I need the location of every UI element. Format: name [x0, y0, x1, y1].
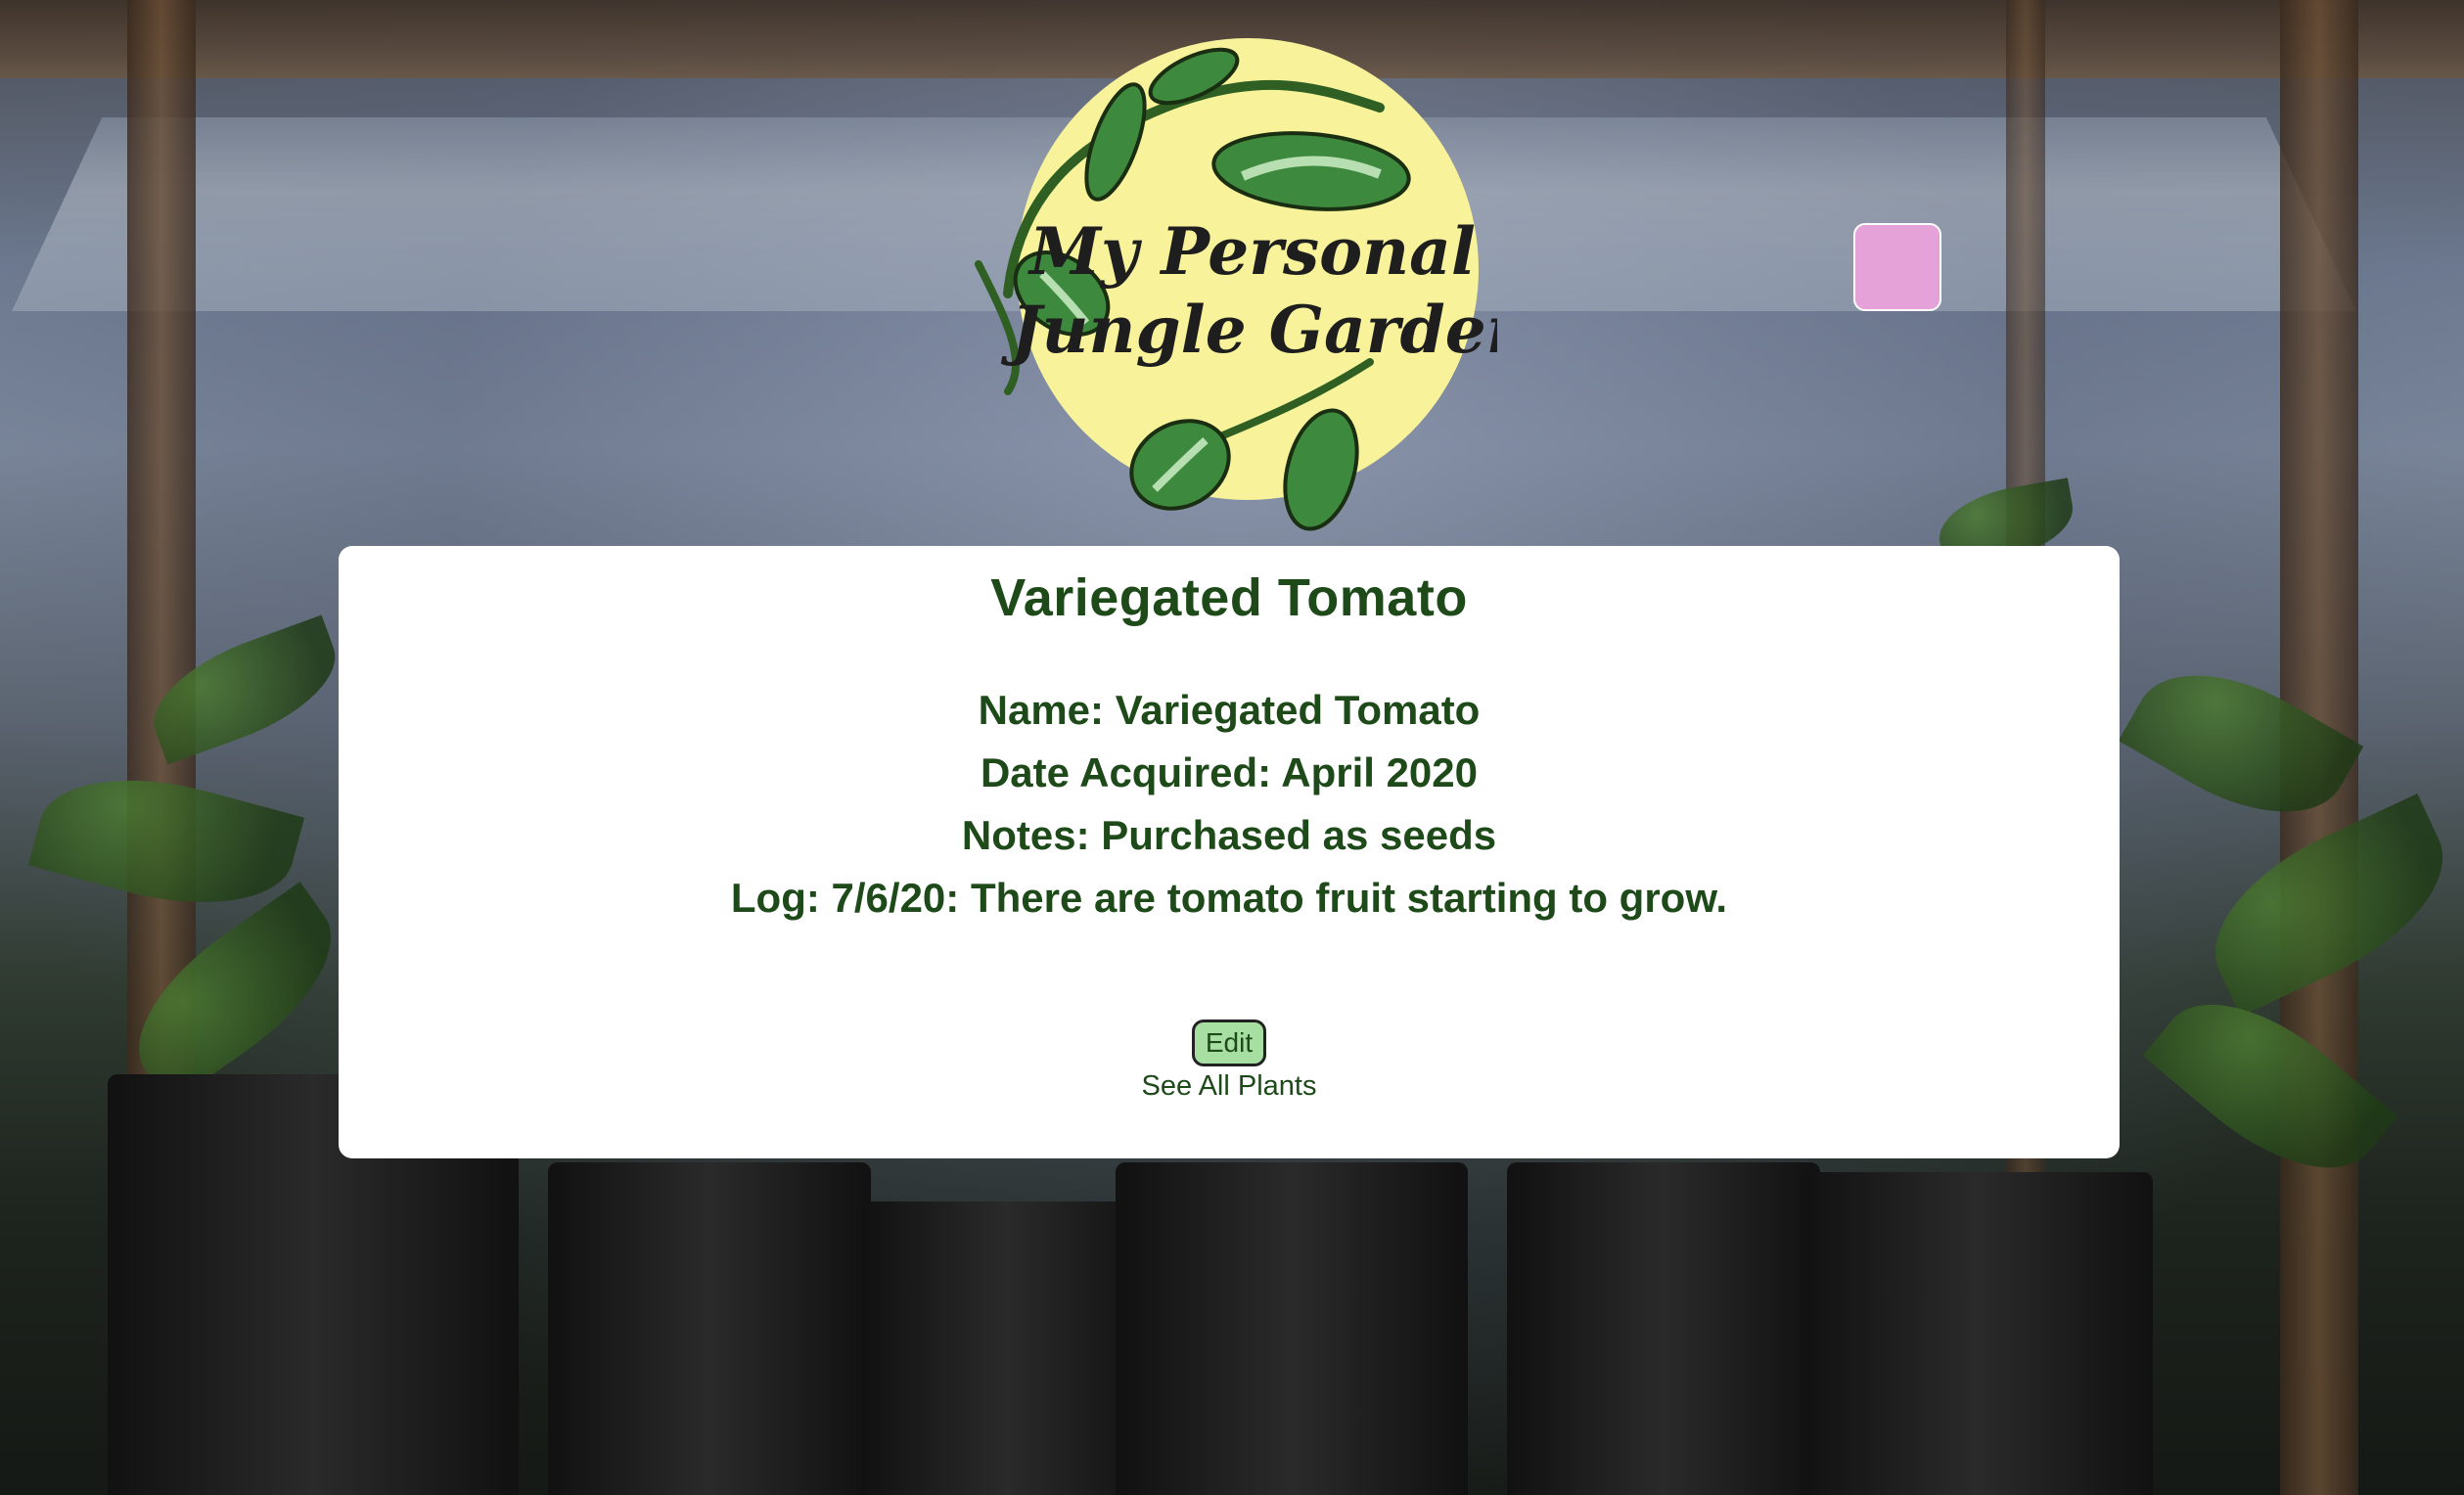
menu-square-button[interactable]: [1853, 223, 1941, 311]
edit-button[interactable]: Edit: [1192, 1019, 1266, 1066]
plant-date-acquired: Date Acquired: April 2020: [980, 749, 1479, 795]
background-pot: [1116, 1162, 1468, 1495]
plant-log: Log: 7/6/20: There are tomato fruit star…: [730, 875, 1728, 921]
background-pot: [1801, 1172, 2153, 1495]
plant-details: Name: Variegated Tomato Date Acquired: A…: [339, 679, 2120, 929]
plant-detail-card: Variegated Tomato Name: Variegated Tomat…: [339, 546, 2120, 1158]
site-logo[interactable]: My Personal Jungle Garden: [949, 29, 1533, 548]
background-pot: [861, 1201, 1155, 1495]
background-pot: [1507, 1162, 1820, 1495]
background-pot: [548, 1162, 871, 1495]
plant-title: Variegated Tomato: [990, 568, 1468, 627]
logo-line-1: My Personal: [1027, 213, 1476, 290]
logo-graphic: My Personal Jungle Garden: [975, 38, 1533, 531]
plant-name: Name: Variegated Tomato: [978, 687, 1481, 733]
see-all-plants-link[interactable]: See All Plants: [339, 1070, 2120, 1103]
logo-line-2: Jungle Garden: [1000, 292, 1497, 368]
plant-notes: Notes: Purchased as seeds: [961, 812, 1497, 858]
